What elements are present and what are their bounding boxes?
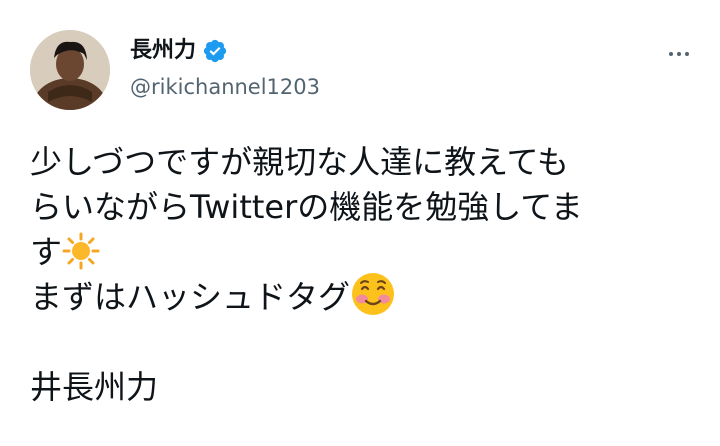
tweet-line-text: まずはハッシュドタグ: [30, 278, 351, 316]
author-display-name[interactable]: 長州力: [130, 38, 196, 64]
smiling-face-emoji-icon: [350, 271, 396, 317]
tweet-line: らいながらTwitterの機能を勉強してま: [30, 188, 583, 226]
verified-badge-icon: [202, 38, 228, 64]
tweet-line: す: [30, 230, 700, 275]
more-dot-icon: [677, 52, 681, 56]
tweet-card: 長州力 @rikichannel1203 少しづつですが親切な人達に教えても ら…: [0, 0, 720, 446]
tweet-text: 少しづつですが親切な人達に教えても らいながらTwitterの機能を勉強してま …: [30, 140, 700, 410]
avatar-photo-icon: [30, 30, 110, 110]
author-name-row: 長州力: [130, 38, 228, 64]
more-options-button[interactable]: [664, 44, 694, 64]
author-avatar[interactable]: [30, 30, 110, 110]
author-handle[interactable]: @rikichannel1203: [130, 74, 320, 100]
sun-emoji-icon: [62, 232, 100, 270]
more-dot-icon: [669, 52, 673, 56]
tweet-line: まずはハッシュドタグ: [30, 273, 700, 320]
tweet-line: 少しづつですが親切な人達に教えても: [30, 143, 569, 181]
tweet-line-text: す: [30, 233, 63, 271]
hashtag-link[interactable]: 井長州力: [30, 365, 700, 410]
more-dot-icon: [685, 52, 689, 56]
